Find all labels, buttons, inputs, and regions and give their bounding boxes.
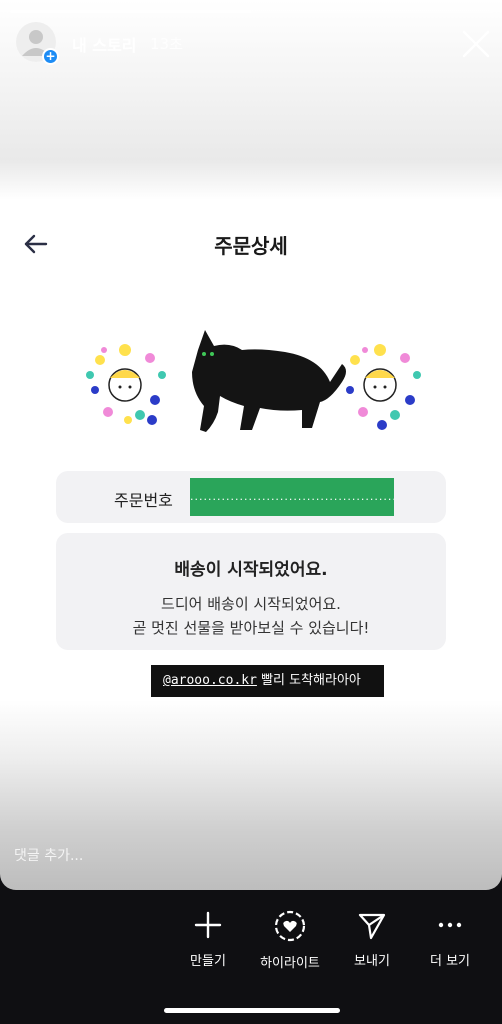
highlight-heart-icon	[274, 910, 306, 942]
shipping-status-card: 배송이 시작되었어요. 드디어 배송이 시작되었어요. 곧 멋진 선물을 받아보…	[56, 533, 446, 650]
more-icon	[438, 922, 462, 928]
story-username[interactable]: 내 스토리	[72, 32, 136, 56]
highlight-label: 하이라이트	[260, 956, 320, 971]
create-button[interactable]: 만들기	[168, 910, 248, 969]
black-cat	[192, 330, 346, 432]
create-label: 만들기	[190, 954, 226, 969]
order-number-value: ........................................…	[190, 478, 394, 516]
cat-flowers-illustration	[86, 330, 421, 432]
status-message-line-1: 드디어 배송이 시작되었어요.	[161, 595, 341, 613]
more-label: 더 보기	[429, 954, 470, 969]
close-icon[interactable]	[460, 28, 492, 60]
comment-input[interactable]	[14, 848, 314, 864]
more-button[interactable]: 더 보기	[410, 910, 490, 969]
highlight-button[interactable]: 하이라이트	[250, 910, 330, 971]
send-button[interactable]: 보내기	[332, 910, 412, 969]
mention-handle[interactable]: @arooo.co.kr	[163, 673, 257, 688]
status-title: 배송이 시작되었어요.	[174, 560, 328, 580]
status-message-line-2: 곧 멋진 선물을 받아보실 수 있습니다!	[132, 619, 370, 637]
home-indicator[interactable]	[164, 1008, 340, 1013]
story-timestamp: 13초	[150, 35, 183, 53]
story-progress-bar	[10, 10, 492, 13]
story-progress-fill	[10, 10, 251, 13]
mention-text: 빨리 도착해라아아	[261, 673, 361, 688]
order-number-label: 주문번호	[114, 491, 173, 510]
plus-icon	[194, 911, 222, 939]
paper-plane-icon	[358, 913, 386, 940]
flower-bouquet-left	[86, 344, 166, 425]
add-story-badge-icon: +	[42, 48, 59, 65]
order-number-row: 주문번호 ...................................…	[56, 471, 446, 523]
avatar[interactable]: +	[16, 22, 59, 65]
flower-bouquet-right	[346, 344, 421, 430]
story-frame: + 내 스토리 13초 주문상세 주문번호 ..................…	[0, 0, 502, 890]
send-label: 보내기	[354, 954, 390, 969]
mention-sticker[interactable]: @arooo.co.kr 빨리 도착해라아아	[151, 665, 384, 697]
page-title: 주문상세	[214, 234, 288, 258]
